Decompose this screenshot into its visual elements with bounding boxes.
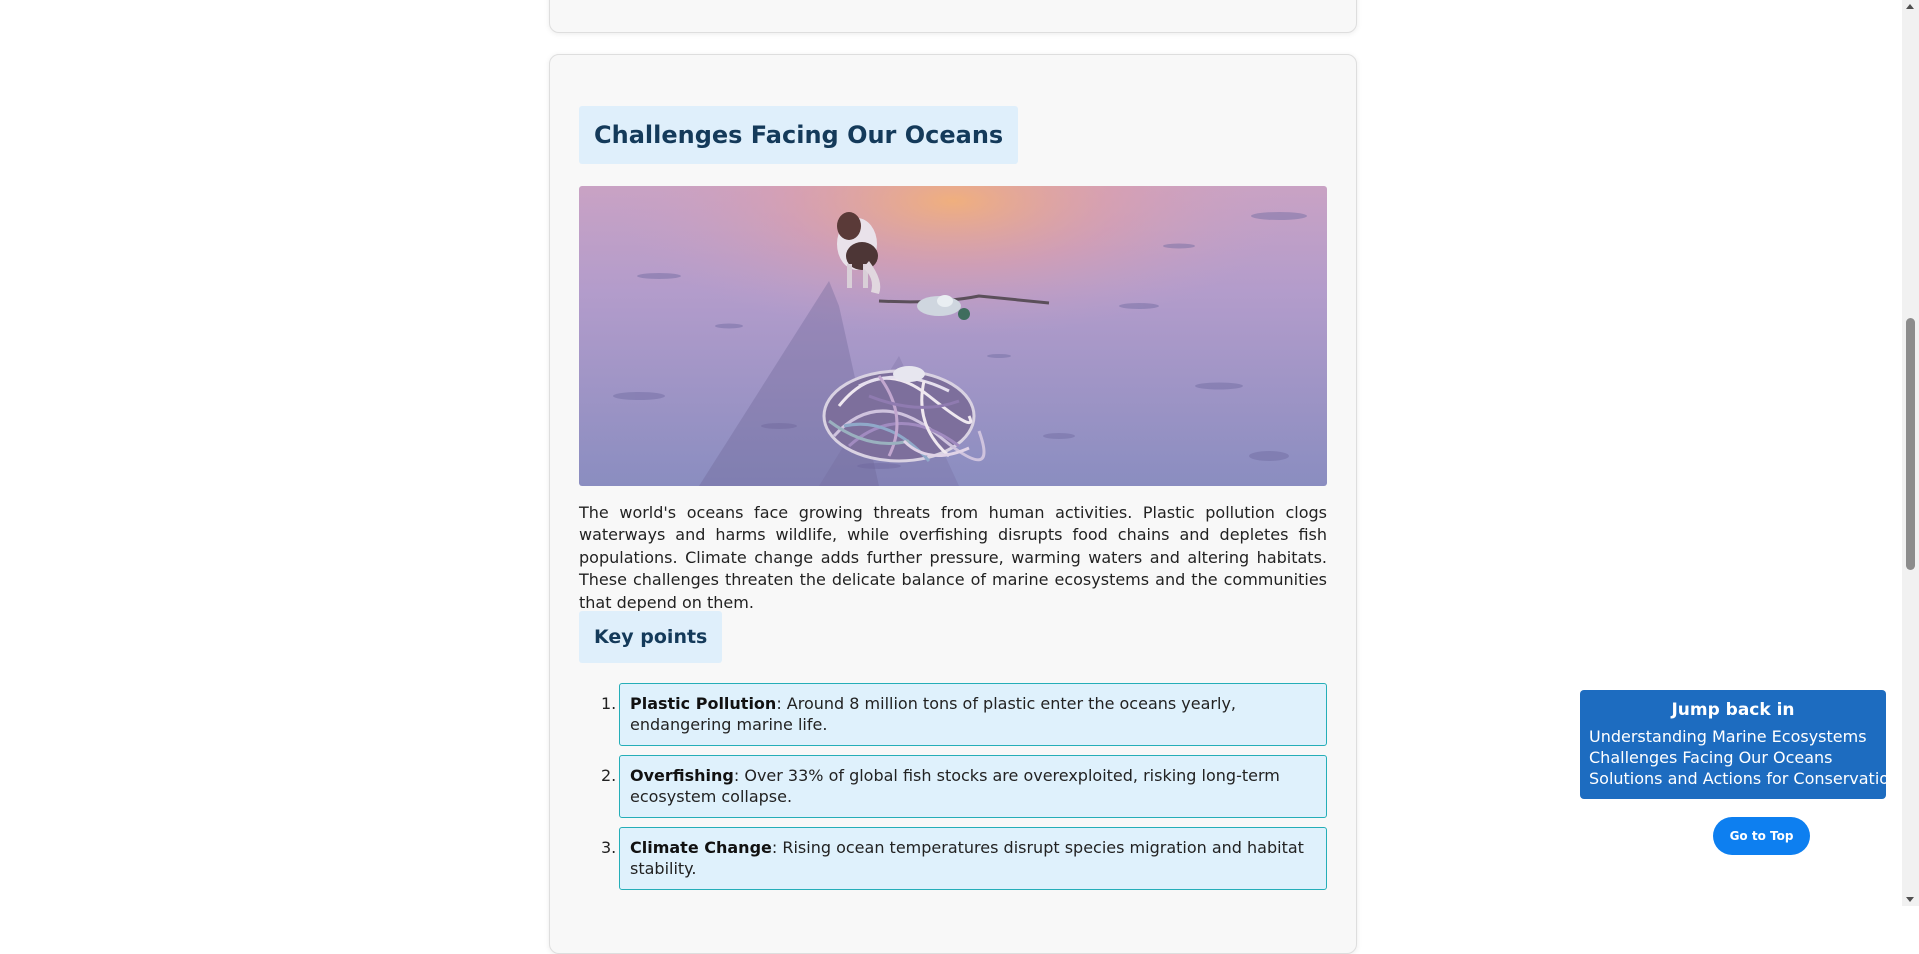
beach-debris-image xyxy=(579,186,1327,486)
scroll-down-arrow-icon[interactable] xyxy=(1906,897,1914,902)
key-points-heading: Key points xyxy=(579,611,723,663)
go-to-top-button[interactable]: Go to Top xyxy=(1713,817,1810,855)
jump-link-solutions-and-actions[interactable]: Solutions and Actions for Conservation xyxy=(1589,768,1899,789)
vertical-scrollbar[interactable] xyxy=(1902,0,1919,906)
key-points-list: 1. Plastic Pollution: Around 8 million t… xyxy=(579,683,1327,899)
key-point-item: 1. Plastic Pollution: Around 8 million t… xyxy=(579,683,1327,746)
section-title: Challenges Facing Our Oceans xyxy=(579,106,1019,164)
jump-back-in-title: Jump back in xyxy=(1671,700,1795,720)
challenges-section-card: Challenges Facing Our Oceans The world's… xyxy=(549,54,1357,954)
scrollbar-thumb[interactable] xyxy=(1906,318,1915,570)
key-point-box: Overfishing: Over 33% of global fish sto… xyxy=(619,755,1327,818)
key-point-box: Plastic Pollution: Around 8 million tons… xyxy=(619,683,1327,746)
key-point-box: Climate Change: Rising ocean temperature… xyxy=(619,827,1327,890)
scroll-up-arrow-icon[interactable] xyxy=(1906,4,1914,9)
list-number: 1. xyxy=(601,694,617,713)
jump-link-challenges-facing-our-oceans[interactable]: Challenges Facing Our Oceans xyxy=(1589,747,1877,768)
jump-link-understanding-marine-ecosystems[interactable]: Understanding Marine Ecosystems xyxy=(1589,726,1877,747)
key-point-item: 3. Climate Change: Rising ocean temperat… xyxy=(579,827,1327,890)
list-number: 2. xyxy=(601,766,617,785)
key-point-term: Climate Change xyxy=(630,838,772,857)
key-point-term: Overfishing xyxy=(630,766,734,785)
key-point-term: Plastic Pollution xyxy=(630,694,777,713)
section-body-text: The world's oceans face growing threats … xyxy=(579,503,1327,612)
key-point-item: 2. Overfishing: Over 33% of global fish … xyxy=(579,755,1327,818)
previous-section-card xyxy=(549,0,1357,33)
jump-back-in-panel: Jump back in Understanding Marine Ecosys… xyxy=(1580,690,1899,799)
list-number: 3. xyxy=(601,838,617,857)
